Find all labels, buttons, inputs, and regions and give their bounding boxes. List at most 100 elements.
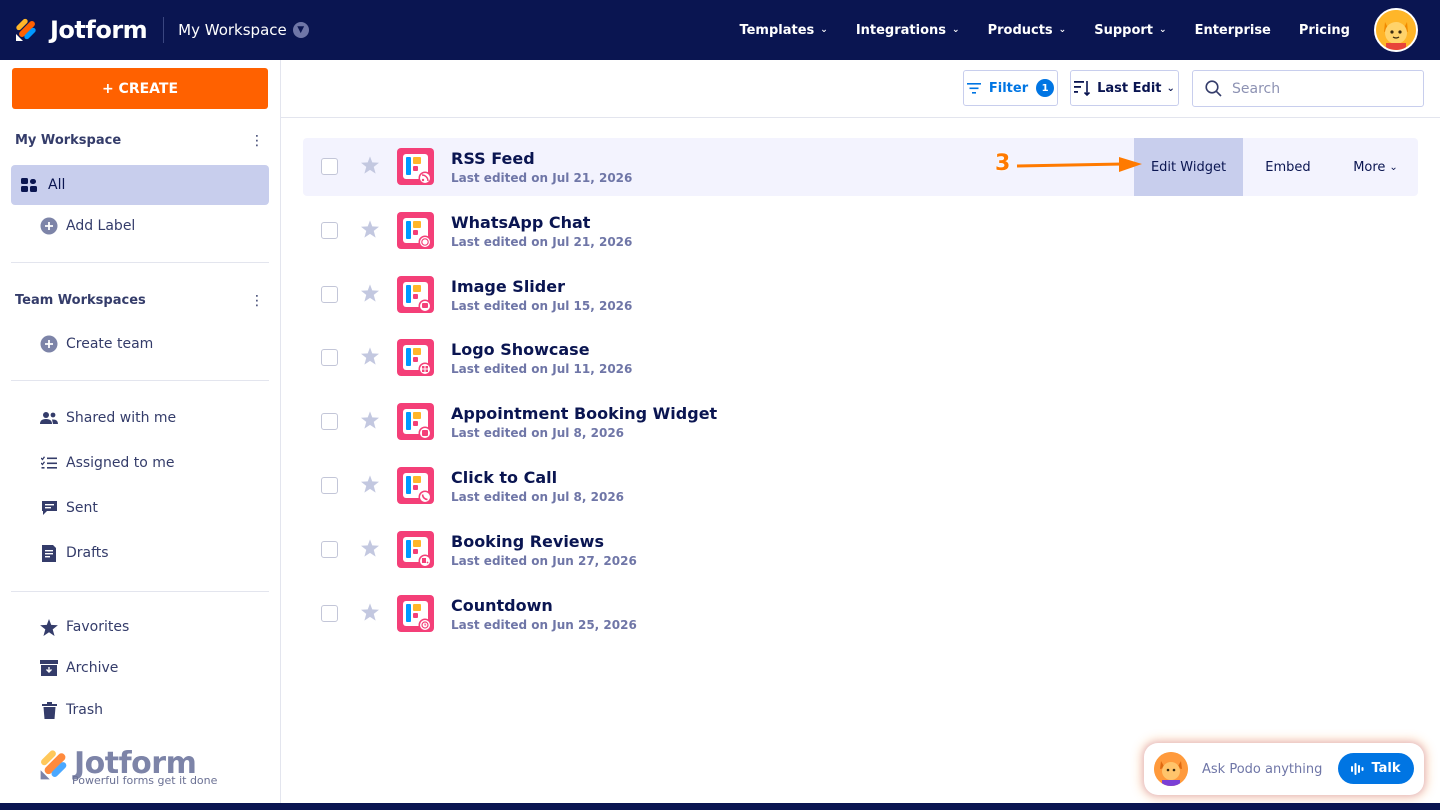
star-icon[interactable] (361, 602, 379, 621)
form-widget-icon (397, 148, 434, 185)
star-icon[interactable] (361, 220, 379, 238)
team-workspaces-heading: Team Workspaces (15, 293, 146, 308)
workspace-switcher[interactable]: My Workspace ▼ (178, 21, 309, 39)
form-widget-icon (397, 275, 434, 313)
nav-enterprise[interactable]: Enterprise (1195, 23, 1271, 38)
chevron-down-icon: ⌄ (1058, 25, 1067, 35)
form-title[interactable]: WhatsApp Chat (451, 213, 590, 232)
jotform-logo-icon (16, 18, 36, 41)
filter-label: Filter (988, 80, 1029, 96)
sidebar-item-sent[interactable]: Sent (11, 488, 269, 528)
avatar[interactable] (1374, 8, 1418, 52)
podo-avatar (1154, 752, 1188, 786)
sidebar: + CREATE My Workspace ⋮ All Add Label Te… (0, 60, 281, 810)
sidebar-item-archive[interactable]: Archive (11, 648, 269, 688)
form-row[interactable]: Countdown Last edited on Jun 25, 2026 (303, 585, 1418, 643)
form-title[interactable]: Booking Reviews (451, 532, 604, 551)
row-checkbox[interactable] (321, 158, 338, 175)
embed-button[interactable]: Embed (1243, 138, 1333, 196)
filter-count-badge: 1 (1036, 79, 1055, 97)
nav-link-label: Support (1094, 22, 1154, 38)
nav-templates[interactable]: Templates ⌄ (739, 23, 827, 38)
sidebar-item-assigned[interactable]: Assigned to me (11, 443, 269, 483)
bottom-bar (0, 803, 1440, 810)
sidebar-item-all[interactable]: All (11, 165, 269, 205)
nav-link-label: Templates (739, 22, 815, 38)
row-checkbox[interactable] (321, 540, 338, 558)
form-row[interactable]: Booking Reviews Last edited on Jun 27, 20… (303, 521, 1418, 579)
form-title[interactable]: Appointment Booking Widget (451, 404, 717, 423)
search-icon (1205, 80, 1222, 97)
my-workspace-menu-icon[interactable]: ⋮ (250, 134, 264, 148)
form-row[interactable]: Appointment Booking Widget Last edited on… (303, 393, 1418, 451)
form-title[interactable]: RSS Feed (451, 149, 535, 168)
sidebar-item-create-team[interactable]: Create team (11, 324, 269, 364)
chevron-down-icon: ⌄ (1166, 82, 1175, 94)
row-checkbox[interactable] (321, 349, 338, 367)
form-last-edited: Last edited on Jun 27, 2026 (451, 553, 637, 568)
row-checkbox[interactable] (321, 285, 338, 303)
top-nav: Jotform My Workspace ▼ Templates ⌄ Integr… (0, 0, 1440, 60)
form-title[interactable]: Logo Showcase (451, 340, 590, 359)
sidebar-item-trash[interactable]: Trash (11, 690, 269, 730)
sidebar-item-label: Sent (66, 500, 98, 516)
users-icon (39, 411, 59, 425)
star-icon[interactable] (361, 347, 379, 366)
form-last-edited: Last edited on Jul 8, 2026 (451, 426, 625, 441)
filter-icon (966, 82, 981, 94)
nav-pricing[interactable]: Pricing (1299, 23, 1350, 38)
sidebar-item-favorites[interactable]: Favorites (11, 607, 269, 647)
talk-button[interactable]: Talk (1338, 753, 1414, 784)
form-title[interactable]: Image Slider (451, 277, 565, 296)
sidebar-item-label: Assigned to me (66, 455, 175, 471)
form-row[interactable]: Logo Showcase Last edited on Jul 11, 2026 (303, 329, 1418, 387)
chevron-down-icon: ⌄ (1389, 161, 1398, 173)
sidebar-item-shared[interactable]: Shared with me (11, 398, 269, 438)
nav-integrations[interactable]: Integrations ⌄ (856, 23, 960, 38)
sidebar-item-label: Drafts (66, 545, 109, 561)
form-widget-icon (397, 211, 434, 249)
star-icon[interactable] (361, 539, 379, 557)
star-icon[interactable] (361, 156, 379, 174)
voice-icon (1351, 762, 1364, 775)
sidebar-divider (11, 262, 269, 263)
talk-label: Talk (1371, 761, 1401, 776)
podo-assistant[interactable]: Ask Podo anything Talk (1144, 743, 1424, 795)
form-row[interactable]: RSS Feed Last edited on Jul 21, 2026 Edit … (303, 138, 1418, 196)
sort-button[interactable]: Last Edit ⌄ (1070, 70, 1179, 106)
form-title[interactable]: Countdown (451, 596, 553, 615)
search-box[interactable] (1192, 70, 1424, 107)
more-label: More (1353, 159, 1386, 175)
filter-button[interactable]: Filter 1 (963, 70, 1058, 106)
row-checkbox[interactable] (321, 604, 338, 622)
form-title[interactable]: Click to Call (451, 468, 557, 487)
form-row[interactable]: Click to Call Last edited on Jul 8, 2026 (303, 457, 1418, 515)
star-icon[interactable] (361, 475, 379, 493)
row-checkbox[interactable] (321, 221, 338, 239)
brand[interactable]: Jotform (14, 16, 148, 44)
more-button[interactable]: More ⌄ (1333, 138, 1418, 196)
star-icon[interactable] (361, 411, 379, 429)
form-last-edited: Last edited on Jul 15, 2026 (451, 298, 633, 313)
form-widget-icon (397, 339, 434, 377)
form-row[interactable]: Image Slider Last edited on Jul 15, 2026 (303, 266, 1418, 324)
sidebar-item-drafts[interactable]: Drafts (11, 533, 269, 573)
create-button[interactable]: + CREATE (12, 68, 268, 109)
edit-widget-button[interactable]: Edit Widget (1134, 138, 1243, 196)
sidebar-item-label: Favorites (66, 619, 130, 635)
chevron-down-icon: ⌄ (952, 25, 960, 35)
team-workspaces-menu-icon[interactable]: ⋮ (250, 294, 264, 308)
podo-icon (1154, 752, 1188, 786)
nav-support[interactable]: Support ⌄ (1094, 23, 1166, 38)
star-icon[interactable] (361, 283, 379, 302)
sort-label: Last Edit (1097, 80, 1162, 96)
jotform-watermark-logo-icon (40, 750, 67, 780)
plus-circle-icon (39, 335, 59, 353)
nav-divider (163, 17, 165, 43)
row-checkbox[interactable] (321, 413, 338, 431)
form-row[interactable]: WhatsApp Chat Last edited on Jul 21, 2026 (303, 202, 1418, 260)
search-input[interactable] (1232, 80, 1402, 97)
sidebar-item-add-label[interactable]: Add Label (11, 206, 269, 246)
nav-products[interactable]: Products ⌄ (988, 23, 1067, 38)
row-checkbox[interactable] (321, 477, 338, 494)
